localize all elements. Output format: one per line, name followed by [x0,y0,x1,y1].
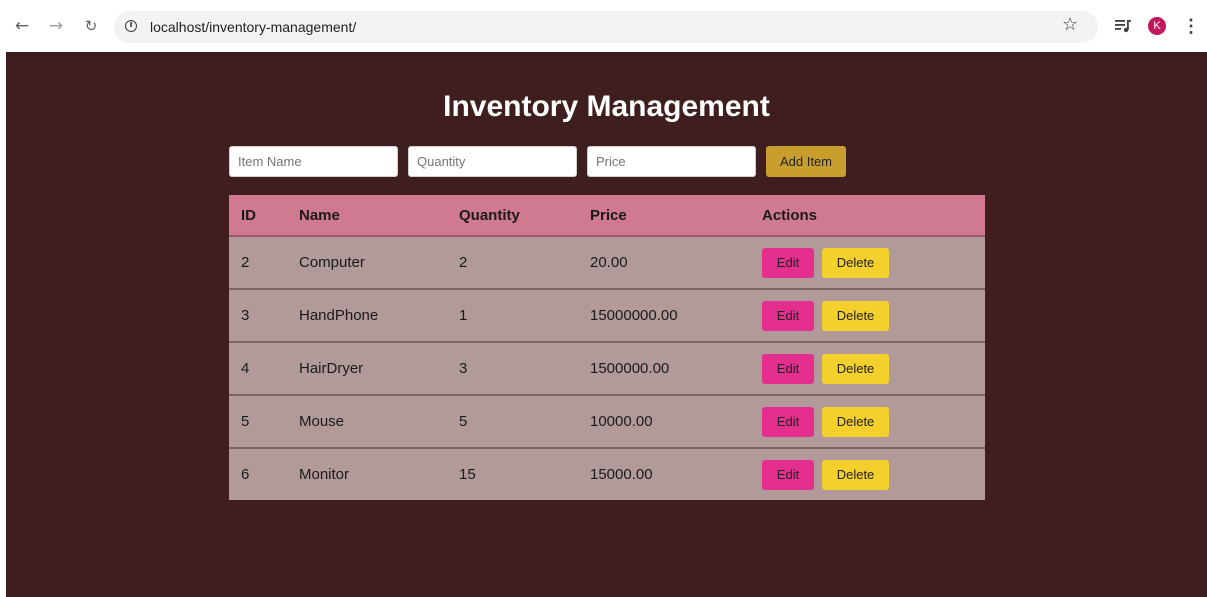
cell-price: 15000000.00 [578,289,750,343]
cell-name: Mouse [287,395,447,449]
header-actions: Actions [750,195,985,237]
cell-id: 4 [229,342,287,396]
cell-quantity: 1 [447,289,578,343]
cell-quantity: 15 [447,448,578,500]
cell-price: 10000.00 [578,395,750,449]
bookmark-star-icon[interactable]: ☆ [1062,15,1078,35]
browser-menu-icon[interactable]: ⋮ [1182,14,1200,38]
reload-icon[interactable]: ↻ [79,14,103,38]
cell-quantity: 3 [447,342,578,396]
header-id: ID [229,195,287,237]
cell-id: 2 [229,236,287,290]
edit-button[interactable]: Edit [762,406,814,437]
table-row: 2 Computer 2 20.00 Edit Delete [229,236,985,290]
delete-button[interactable]: Delete [822,300,889,331]
header-price: Price [578,195,750,237]
cell-name: Computer [287,236,447,290]
page-content: Inventory Management Add Item ID Name Qu… [6,52,1207,597]
delete-button[interactable]: Delete [822,459,889,490]
back-arrow-icon[interactable]: ← [10,14,34,38]
cell-price: 20.00 [578,236,750,290]
cell-name: Monitor [287,448,447,500]
cell-id: 6 [229,448,287,500]
cell-actions: Edit Delete [750,236,985,290]
site-info-icon[interactable]: i [125,20,137,32]
header-name: Name [287,195,447,237]
url-text[interactable]: localhost/inventory-management/ [150,19,356,35]
table-row: 3 HandPhone 1 15000000.00 Edit Delete [229,289,985,343]
forward-arrow-icon[interactable]: → [44,14,68,38]
profile-avatar[interactable]: K [1148,17,1166,35]
browser-toolbar: ← → ↻ i localhost/inventory-management/ … [0,0,1207,52]
item-name-input[interactable] [229,146,398,177]
edit-button[interactable]: Edit [762,300,814,331]
cell-price: 1500000.00 [578,342,750,396]
add-item-button[interactable]: Add Item [766,146,846,177]
delete-button[interactable]: Delete [822,247,889,278]
table-row: 5 Mouse 5 10000.00 Edit Delete [229,395,985,449]
cell-actions: Edit Delete [750,395,985,449]
media-controls-icon[interactable] [1114,15,1132,35]
cell-quantity: 5 [447,395,578,449]
address-bar[interactable]: i localhost/inventory-management/ [114,11,1098,43]
edit-button[interactable]: Edit [762,247,814,278]
cell-name: HandPhone [287,289,447,343]
cell-actions: Edit Delete [750,342,985,396]
table-header-row: ID Name Quantity Price Actions [229,195,985,237]
edit-button[interactable]: Edit [762,353,814,384]
inventory-table: ID Name Quantity Price Actions 2 Compute… [229,195,985,500]
quantity-input[interactable] [408,146,577,177]
cell-id: 5 [229,395,287,449]
delete-button[interactable]: Delete [822,406,889,437]
delete-button[interactable]: Delete [822,353,889,384]
cell-id: 3 [229,289,287,343]
cell-name: HairDryer [287,342,447,396]
table-row: 6 Monitor 15 15000.00 Edit Delete [229,448,985,500]
edit-button[interactable]: Edit [762,459,814,490]
table-row: 4 HairDryer 3 1500000.00 Edit Delete [229,342,985,396]
price-input[interactable] [587,146,756,177]
cell-actions: Edit Delete [750,289,985,343]
page-title: Inventory Management [443,90,770,123]
cell-quantity: 2 [447,236,578,290]
header-quantity: Quantity [447,195,578,237]
cell-actions: Edit Delete [750,448,985,500]
cell-price: 15000.00 [578,448,750,500]
